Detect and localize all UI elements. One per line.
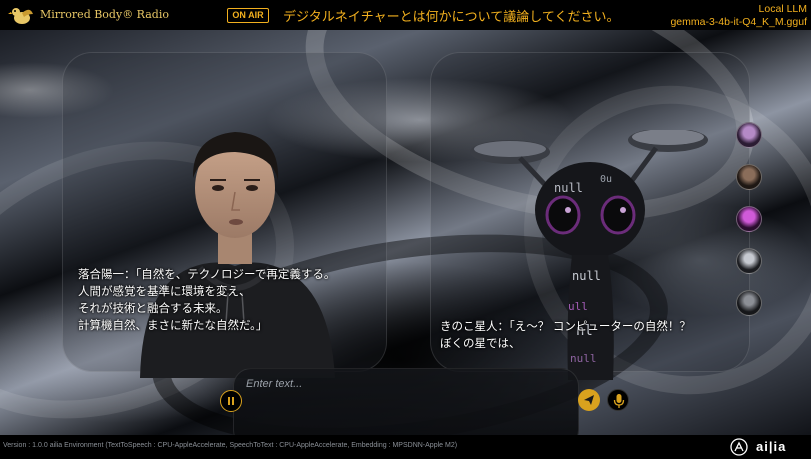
on-air-badge: ON AIR xyxy=(227,8,269,23)
svg-text:null: null xyxy=(554,181,583,195)
microphone-icon xyxy=(613,394,625,408)
avatar-5[interactable] xyxy=(736,290,762,316)
pause-icon xyxy=(227,396,234,405)
send-icon xyxy=(584,395,594,405)
svg-text:null: null xyxy=(572,269,601,283)
version-info: Version : 1.0.0 ailia Environment (TextT… xyxy=(3,442,458,449)
top-bar: Mirrored Body® Radio ON AIR デジタルネイチャーとは何… xyxy=(0,0,811,30)
send-button[interactable] xyxy=(578,389,600,411)
avatar-1[interactable] xyxy=(736,122,762,148)
ailia-mark-icon xyxy=(730,438,748,456)
human-speaker-portrait xyxy=(140,132,335,378)
footer-bar: Version : 1.0.0 ailia Environment (TextT… xyxy=(0,435,811,459)
svg-text:0u: 0u xyxy=(600,174,612,185)
llm-title: Local LLM xyxy=(758,3,807,15)
speaker-left-transcript: 落合陽一：「自然を、テクノロジーで再定義する。 人間が感覚を基準に環境を変え、 … xyxy=(78,267,336,332)
avatar-3[interactable] xyxy=(736,206,762,232)
brand-title: Mirrored Body® Radio xyxy=(40,8,169,21)
topic-title: デジタルネイチャーとは何かについて議論してください。 xyxy=(283,10,620,25)
speaker-right-transcript: きのこ星人：「え〜？ コンピューターの自然！？ ぼくの星では、 xyxy=(440,319,691,350)
microphone-button[interactable] xyxy=(607,389,629,411)
avatar-2[interactable] xyxy=(736,164,762,190)
svg-text:null: null xyxy=(570,352,597,365)
bird-logo-icon xyxy=(8,8,33,24)
avatar-4[interactable] xyxy=(736,248,762,274)
svg-text:ull: ull xyxy=(568,300,588,313)
llm-info: Local LLM gemma-3-4b-it-Q4_K_M.gguf xyxy=(670,3,807,29)
pause-button[interactable] xyxy=(220,390,242,412)
ailia-logo-text: ai|ia xyxy=(756,439,787,454)
chat-text-input[interactable] xyxy=(246,378,566,390)
llm-model: gemma-3-4b-it-Q4_K_M.gguf xyxy=(670,16,807,28)
